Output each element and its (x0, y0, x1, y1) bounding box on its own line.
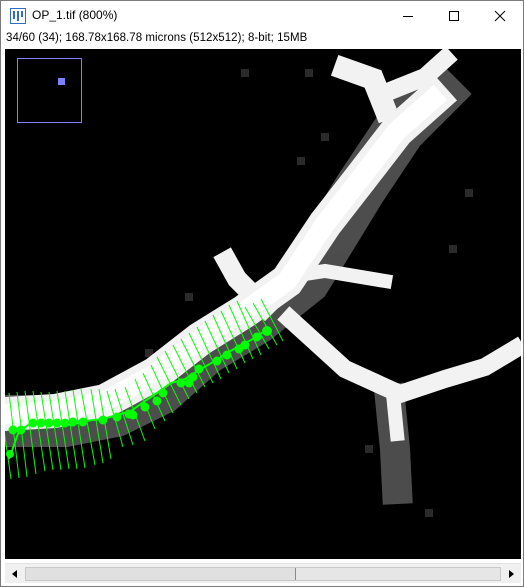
horizontal-scrollbar[interactable] (5, 563, 521, 583)
image-canvas[interactable] (5, 49, 521, 559)
navigator-viewport (58, 78, 65, 85)
scroll-track[interactable] (25, 567, 501, 581)
close-icon (494, 10, 506, 22)
arrow-left-icon (12, 570, 17, 578)
window-title: OP_1.tif (800%) (32, 8, 118, 22)
title-bar[interactable]: OP_1.tif (800%) (1, 1, 523, 31)
image-info-text: 34/60 (34); 168.78x168.78 microns (512x5… (6, 32, 308, 44)
scroll-right-button[interactable] (503, 566, 519, 582)
scroll-thumb[interactable] (26, 568, 296, 580)
minimize-button[interactable] (385, 1, 431, 31)
scroll-left-button[interactable] (7, 566, 23, 582)
close-button[interactable] (477, 1, 523, 31)
image-window: OP_1.tif (800%) 34/60 (34); 168.78x168.7… (0, 0, 524, 587)
arrow-right-icon (509, 570, 514, 578)
maximize-icon (449, 11, 459, 21)
maximize-button[interactable] (431, 1, 477, 31)
minimize-icon (403, 16, 413, 17)
imagej-app-icon (10, 8, 26, 24)
image-svg (5, 49, 521, 559)
